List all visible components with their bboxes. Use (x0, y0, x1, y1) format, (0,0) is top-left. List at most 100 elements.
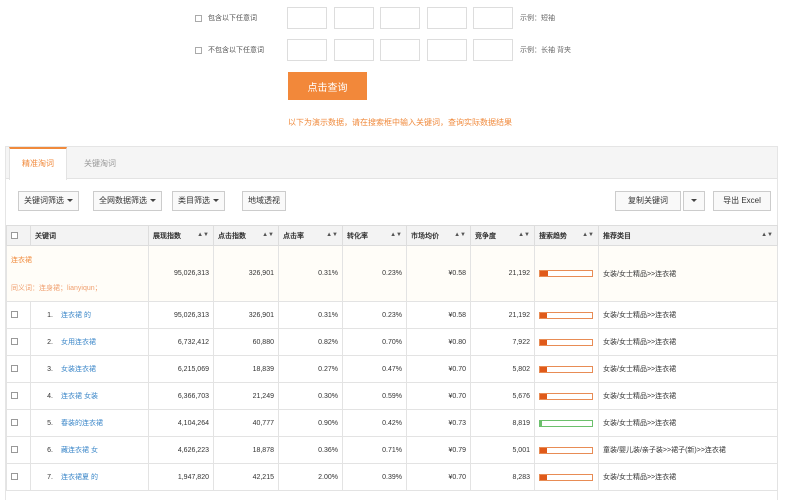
cvr-cell: 0.70% (342, 328, 407, 356)
row-index: 7. (47, 474, 53, 481)
row-select-cell (6, 382, 31, 410)
row-checkbox[interactable] (11, 446, 18, 454)
col-price[interactable]: 市场均价 ▲▼ (406, 225, 471, 246)
keyword-cell: 7. 连衣裙夏 的 (30, 463, 149, 491)
col-category[interactable]: 推荐类目 ▲▼ (598, 225, 778, 246)
exclude-keyword-input-2[interactable] (334, 39, 374, 61)
competition-cell: 8,819 (470, 409, 535, 437)
col-label: 展现指数 (153, 232, 181, 240)
ctr-cell: 0.31% (278, 245, 343, 302)
tab-precise-keywords[interactable]: 精准淘词 (9, 147, 67, 180)
row-checkbox[interactable] (11, 473, 18, 481)
competition-cell: 21,192 (470, 301, 535, 329)
row-index: 6. (47, 447, 53, 454)
main-keyword: 连衣裙 (11, 256, 32, 264)
col-competition[interactable]: 竞争度 ▲▼ (470, 225, 535, 246)
ctr-cell: 2.00% (278, 463, 343, 491)
ctr-cell: 0.30% (278, 382, 343, 410)
trend-bar (539, 446, 593, 454)
exclude-keyword-input-3[interactable] (380, 39, 420, 61)
row-checkbox[interactable] (11, 365, 18, 373)
price-cell: ¥0.79 (406, 436, 471, 464)
cvr-cell: 0.39% (342, 463, 407, 491)
table-row: 5. 春装的连衣裙 4,104,264 40,777 0.90% 0.42% ¥0.73 8,… (6, 409, 778, 437)
web-data-filter-dropdown[interactable]: 全网数据筛选 (93, 191, 162, 211)
exclude-label: 不包含以下任意词 (208, 47, 264, 54)
col-cvr[interactable]: 转化率 ▲▼ (342, 225, 407, 246)
tab-bar: 精准淘词 关键淘词 (6, 147, 777, 180)
ctr-cell: 0.82% (278, 328, 343, 356)
col-label: 点击指数 (218, 232, 246, 240)
chevron-down-icon (67, 199, 73, 203)
select-all-header (6, 225, 31, 246)
row-select-cell (6, 355, 31, 383)
keyword-link[interactable]: 藏连衣裙 女 (61, 447, 98, 454)
copy-keywords-button[interactable]: 复制关键词 (615, 191, 681, 211)
row-select-cell (6, 301, 31, 329)
keyword-link[interactable]: 女装连衣裙 (61, 366, 96, 373)
cvr-cell: 0.23% (342, 245, 407, 302)
clicks-cell: 40,777 (213, 409, 279, 437)
include-keyword-input-3[interactable] (380, 7, 420, 29)
keyword-link[interactable]: 春装的连衣裙 (61, 420, 103, 427)
row-select-cell (6, 328, 31, 356)
chevron-down-icon (691, 199, 697, 203)
trend-fill (540, 447, 548, 453)
sort-icon: ▲▼ (582, 232, 594, 238)
trend-cell (534, 301, 599, 329)
exclude-keyword-input-4[interactable] (427, 39, 467, 61)
copy-dropdown-toggle[interactable] (683, 191, 705, 211)
include-keyword-input-4[interactable] (427, 7, 467, 29)
sort-icon: ▲▼ (518, 232, 530, 238)
keyword-link[interactable]: 女用连衣裙 (61, 339, 96, 346)
main-keyword-cell: 连衣裙 同义词：连身裙；lianyiqun； (6, 245, 149, 302)
impressions-cell: 95,026,313 (148, 245, 214, 302)
keyword-filter-dropdown[interactable]: 关键词筛选 (18, 191, 79, 211)
row-select-cell (6, 463, 31, 491)
keyword-link[interactable]: 连衣裙夏 的 (61, 474, 98, 481)
exclude-keyword-input-1[interactable] (287, 39, 327, 61)
ctr-cell: 0.90% (278, 409, 343, 437)
row-index: 2. (47, 339, 53, 346)
category-filter-dropdown[interactable]: 类目筛选 (172, 191, 225, 211)
sort-icon: ▲▼ (197, 232, 209, 238)
exclude-keyword-input-5[interactable] (473, 39, 513, 61)
exclude-checkbox[interactable] (195, 47, 202, 54)
col-trend[interactable]: 搜索趋势 ▲▼ (534, 225, 599, 246)
include-keyword-input-5[interactable] (473, 7, 513, 29)
keyword-cell: 6. 藏连衣裙 女 (30, 436, 149, 464)
tab-keyword-mining[interactable]: 关键淘词 (74, 147, 126, 179)
keyword-link[interactable]: 连衣裙 的 (61, 312, 91, 319)
row-index: 4. (47, 393, 53, 400)
col-keyword[interactable]: 关键词 (30, 225, 149, 246)
sort-icon: ▲▼ (262, 232, 274, 238)
col-impressions[interactable]: 展现指数 ▲▼ (148, 225, 214, 246)
keyword-link[interactable]: 连衣裙 女装 (61, 393, 98, 400)
row-checkbox[interactable] (11, 338, 18, 346)
row-checkbox[interactable] (11, 392, 18, 400)
ctr-cell: 0.27% (278, 355, 343, 383)
synonyms: 同义词：连身裙；lianyiqun； (11, 284, 102, 292)
select-all-checkbox[interactable] (11, 231, 18, 239)
row-checkbox[interactable] (11, 419, 18, 427)
trend-cell (534, 355, 599, 383)
col-clicks[interactable]: 点击指数 ▲▼ (213, 225, 279, 246)
chevron-down-icon (150, 199, 156, 203)
row-checkbox[interactable] (11, 311, 18, 319)
col-ctr[interactable]: 点击率 ▲▼ (278, 225, 343, 246)
table-row: 2. 女用连衣裙 6,732,412 60,880 0.82% 0.70% ¥0.80 7,9… (6, 328, 778, 356)
cvr-cell: 0.47% (342, 355, 407, 383)
clicks-cell: 42,215 (213, 463, 279, 491)
include-keyword-input-1[interactable] (287, 7, 327, 29)
table-row: 1. 连衣裙 的 95,026,313 326,901 0.31% 0.23% ¥0.58 2… (6, 301, 778, 329)
include-checkbox[interactable] (195, 15, 202, 22)
competition-cell: 7,922 (470, 328, 535, 356)
col-label: 竞争度 (475, 232, 496, 240)
include-keyword-input-2[interactable] (334, 7, 374, 29)
table-row: 4. 连衣裙 女装 6,366,703 21,249 0.30% 0.59% ¥0.70 5,… (6, 382, 778, 410)
trend-fill (540, 420, 542, 426)
export-excel-button[interactable]: 导出 Excel (713, 191, 771, 211)
region-button[interactable]: 地域透视 (242, 191, 286, 211)
col-label: 推荐类目 (603, 232, 631, 240)
query-button[interactable]: 点击查询 (288, 72, 367, 100)
